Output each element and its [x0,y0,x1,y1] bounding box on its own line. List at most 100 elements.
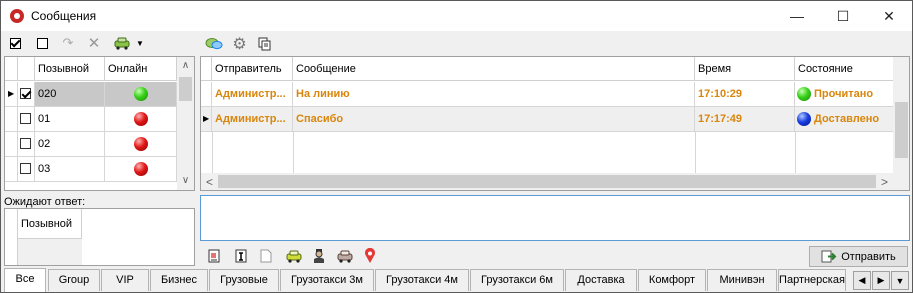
send-icon [821,250,837,263]
time-column-header[interactable]: Время [695,57,795,81]
message-status-label: Прочитано [814,88,874,100]
driver-checkbox[interactable] [20,88,31,99]
tab-vip[interactable]: VIP [101,269,149,291]
uncheck-all-icon[interactable] [35,36,49,50]
tab-group[interactable]: Group [48,269,100,291]
tab-delivery[interactable]: Доставка [565,269,637,291]
messages-horizontal-scrollbar[interactable]: < > [201,173,909,190]
driver-callsign: 03 [35,157,105,181]
online-icon [134,87,148,101]
awaiting-empty-area [18,239,82,265]
row-pointer-icon: ▶ [201,107,212,131]
gear-icon[interactable]: ⚙ [231,35,248,53]
tab-partner[interactable]: Партнерская [778,269,846,291]
offline-icon [134,137,148,151]
tab-cargo[interactable]: Грузовые [209,269,279,291]
driver-callsign: 01 [35,107,105,131]
redo-icon[interactable]: ↷ [60,35,76,51]
tab-minivan[interactable]: Минивэн [707,269,777,291]
tab-cargo-taxi-3m[interactable]: Грузотакси 3м [280,269,374,291]
message-status: Прочитано [795,82,893,106]
taxi-green-icon[interactable] [284,248,304,264]
online-column-header[interactable]: Онлайн [105,57,177,81]
app-icon [10,9,24,23]
taxi-gray-icon[interactable] [335,248,355,264]
car-icon[interactable] [112,35,132,51]
tab-business[interactable]: Бизнес [150,269,208,291]
message-row[interactable]: Администр... На линию 17:10:29 Прочитано [201,82,893,107]
row-indicator-header [5,57,18,81]
maximize-button[interactable]: ☐ [820,1,866,31]
chat-icon[interactable] [205,36,223,52]
messages-header: Отправитель Сообщение Время Состояние [201,57,893,81]
driver-callsign: 02 [35,132,105,156]
online-status-cell [105,82,177,106]
online-status-cell [105,107,177,131]
callsign-column-header[interactable]: Позывной [35,57,105,81]
awaiting-callsign-header[interactable]: Позывной [18,209,82,239]
message-column-header[interactable]: Сообщение [293,57,695,81]
driver-checkbox[interactable] [20,163,31,174]
scroll-thumb[interactable] [179,77,192,101]
tab-all[interactable]: Все [4,268,46,292]
tab-cargo-taxi-6m[interactable]: Грузотакси 6м [470,269,564,291]
messages-grid: Отправитель Сообщение Время Состояние Ад… [200,56,910,191]
tabs-scroll-right-icon[interactable]: ▶ [872,271,890,290]
driver-checkbox[interactable] [20,113,31,124]
driver-row[interactable]: 01 [5,107,177,132]
row-pointer-icon: ▶ [5,82,18,106]
driver-row[interactable]: ▶ 020 [5,82,177,107]
row-indicator-header [201,57,212,81]
message-row[interactable]: ▶ Администр... Спасибо 17:17:49 Доставле… [201,107,893,132]
message-time: 17:17:49 [695,107,795,131]
message-status-label: Доставлено [814,113,880,125]
offline-icon [134,162,148,176]
text-icon[interactable] [234,248,248,264]
message-text: Спасибо [293,107,695,131]
drivers-grid: Позывной Онлайн ▶ 020 01 02 03 ∧ ∨ [4,56,195,191]
driver-row[interactable]: 02 [5,132,177,157]
driver-checkbox-cell[interactable] [18,82,35,106]
close-button[interactable]: ✕ [866,1,912,31]
driver-icon[interactable] [311,247,327,264]
online-status-cell [105,157,177,181]
message-text: На линию [293,82,695,106]
row-indicator-header [5,209,18,265]
send-button[interactable]: Отправить [809,246,908,267]
check-column-header [18,57,35,81]
status-column-header[interactable]: Состояние [795,57,893,81]
drivers-vertical-scrollbar[interactable]: ∧ ∨ [177,57,194,190]
scroll-thumb[interactable] [895,102,908,158]
tab-comfort[interactable]: Комфорт [638,269,706,291]
minimize-button[interactable]: — [774,1,820,31]
messages-window: Сообщения — ☐ ✕ ↷ ✕ ▼ Позывной Онлайн ▶ … [0,0,913,293]
template-icon[interactable] [207,248,221,264]
scroll-right-icon[interactable]: > [876,175,893,189]
message-status: Доставлено [795,107,893,131]
page-icon[interactable] [259,248,273,264]
driver-checkbox-cell[interactable] [18,107,35,131]
messages-vertical-scrollbar[interactable] [893,57,909,173]
tabs-scroll-left-icon[interactable]: ◀ [853,271,871,290]
copy-icon[interactable] [257,36,273,52]
scroll-thumb[interactable] [218,175,876,188]
location-pin-icon[interactable] [363,247,377,265]
delete-icon[interactable]: ✕ [86,35,102,52]
tab-cargo-taxi-4m[interactable]: Грузотакси 4м [375,269,469,291]
scroll-up-icon[interactable]: ∧ [177,60,194,71]
dropdown-icon[interactable]: ▼ [135,36,145,50]
driver-checkbox-cell[interactable] [18,132,35,156]
scroll-down-icon[interactable]: ∨ [177,175,194,186]
message-sender: Администр... [212,82,293,106]
driver-row[interactable]: 03 [5,157,177,182]
check-all-icon[interactable] [8,36,22,50]
driver-checkbox-cell[interactable] [18,157,35,181]
awaiting-label: Ожидают ответ: [4,196,86,208]
tabs-menu-icon[interactable]: ▼ [891,271,909,290]
driver-checkbox[interactable] [20,138,31,149]
message-compose-input[interactable] [200,195,910,241]
sender-column-header[interactable]: Отправитель [212,57,293,81]
drivers-header: Позывной Онлайн [5,57,177,81]
scroll-left-icon[interactable]: < [201,175,218,189]
delivered-status-icon [797,112,811,126]
